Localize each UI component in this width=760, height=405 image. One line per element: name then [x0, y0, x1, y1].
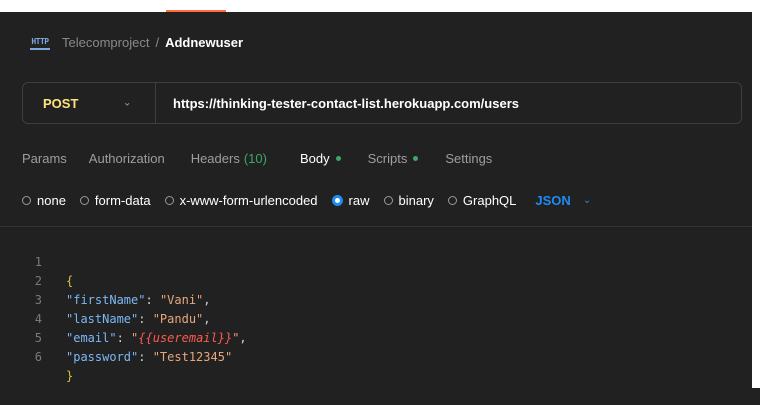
- body-type-graphql[interactable]: GraphQL: [447, 192, 517, 208]
- radio-button[interactable]: [447, 195, 457, 205]
- section-divider: [0, 226, 752, 227]
- code-line: 3 "lastName": "Pandu",: [0, 272, 752, 326]
- top-strip: [0, 0, 760, 12]
- body-type-binary[interactable]: binary: [383, 192, 434, 208]
- method-label: POST: [43, 95, 79, 111]
- body-active-dot: [335, 155, 341, 161]
- code-editor[interactable]: 1 { 2 "firstName": "Vani", 3 "lastName":…: [0, 234, 752, 383]
- request-tabs: Params Authorization Headers (10) Body S…: [22, 148, 492, 168]
- json-value: "Test12345": [152, 350, 233, 364]
- url-input[interactable]: [156, 82, 741, 124]
- code-line: 2 "firstName": "Vani",: [0, 253, 752, 307]
- radio-button[interactable]: [22, 195, 31, 205]
- json-colon: :: [138, 350, 153, 364]
- radio-label: none: [37, 192, 66, 208]
- body-type-none[interactable]: none: [22, 193, 66, 208]
- tab-label: Body: [299, 150, 330, 166]
- tab-label: Scripts: [367, 150, 408, 166]
- tab-label: Params: [22, 150, 67, 166]
- format-select[interactable]: JSON ⌄: [535, 193, 591, 208]
- body-type-form-data[interactable]: form-data: [79, 192, 151, 208]
- tab-label: Headers: [190, 150, 240, 166]
- code-line: 1 {: [0, 234, 752, 288]
- chevron-down-icon: ⌄: [582, 194, 592, 206]
- tab-headers[interactable]: Headers (10): [191, 151, 267, 166]
- radio-label: raw: [348, 192, 370, 208]
- radio-label: form-data: [94, 192, 151, 208]
- tab-body[interactable]: Body: [300, 151, 341, 166]
- code-line: 6 }: [0, 329, 752, 383]
- radio-label: GraphQL: [462, 192, 517, 208]
- tab-label: Settings: [445, 150, 493, 166]
- body-type-raw[interactable]: raw: [331, 192, 370, 208]
- breadcrumb-collection[interactable]: Telecomproject: [62, 35, 149, 50]
- http-request-icon: HTTP: [30, 34, 50, 50]
- radio-button[interactable]: [164, 195, 174, 205]
- format-label: JSON: [535, 192, 571, 208]
- tab-scripts[interactable]: Scripts: [368, 151, 419, 166]
- code-line: 5 "password": "Test12345": [0, 310, 752, 364]
- tab-settings[interactable]: Settings: [445, 151, 492, 166]
- tab-authorization[interactable]: Authorization: [89, 151, 165, 166]
- radio-button[interactable]: [79, 195, 89, 205]
- radio-label: x-www-form-urlencoded: [179, 192, 318, 208]
- line-number: 6: [34, 350, 42, 364]
- request-name[interactable]: Addnewuser: [165, 35, 243, 50]
- close-brace: }: [66, 369, 74, 383]
- body-type-options: none form-data x-www-form-urlencoded raw…: [22, 190, 591, 210]
- right-edge-strip: [752, 12, 760, 388]
- chevron-down-icon: ⌄: [123, 97, 132, 109]
- tab-label: Authorization: [88, 150, 165, 166]
- headers-count: (10): [243, 150, 267, 166]
- radio-button[interactable]: [383, 195, 393, 205]
- tab-params[interactable]: Params: [22, 151, 67, 166]
- radio-label: binary: [398, 192, 434, 208]
- breadcrumb-separator: /: [155, 34, 160, 50]
- radio-button-checked[interactable]: [331, 194, 343, 206]
- scripts-active-dot: [413, 155, 419, 161]
- body-type-x-www-form-urlencoded[interactable]: x-www-form-urlencoded: [164, 192, 318, 208]
- method-select[interactable]: POST ⌄: [23, 83, 156, 123]
- code-line: 4 "email": "{{useremail}}",: [0, 291, 752, 345]
- json-key: "password": [66, 350, 139, 364]
- request-header: HTTP Telecomproject / Addnewuser: [0, 12, 752, 72]
- url-bar: POST ⌄: [22, 82, 742, 124]
